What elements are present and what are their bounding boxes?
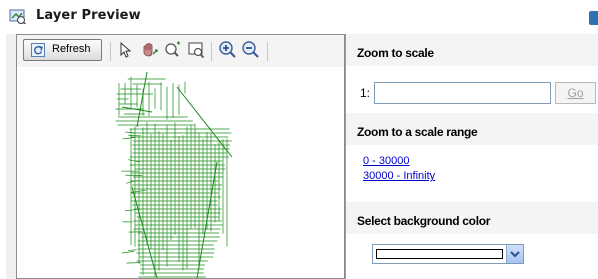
zoom-to-scale-heading: Zoom to scale: [357, 46, 434, 60]
range-link-30000-infinity[interactable]: 30000 - Infinity: [363, 170, 435, 182]
select-pointer-icon[interactable]: [115, 40, 135, 60]
street-segment: [122, 137, 136, 140]
range-link-0-30000[interactable]: 0 - 30000: [363, 155, 409, 167]
zoom-to-range-heading: Zoom to a scale range: [357, 125, 478, 139]
street-segment: [124, 131, 135, 134]
map-preview-pane: Refresh: [16, 34, 345, 279]
street-segment: [122, 251, 135, 254]
refresh-button[interactable]: Refresh: [23, 39, 102, 61]
street-segment: [136, 71, 148, 128]
chevron-down-icon: [510, 251, 520, 258]
background-color-header: Select background color: [346, 202, 598, 234]
zoom-out-icon[interactable]: [241, 40, 261, 60]
background-color-heading: Select background color: [357, 214, 491, 228]
go-button[interactable]: Go: [555, 82, 596, 104]
page-title: Layer Preview: [36, 8, 141, 23]
refresh-label: Refresh: [52, 43, 91, 55]
map-toolbar: Refresh: [17, 35, 344, 67]
zoom-rectangle-icon[interactable]: [163, 40, 183, 60]
toolbar-separator: [110, 42, 111, 61]
toolbar-separator: [267, 42, 268, 61]
street-network-map[interactable]: [17, 67, 344, 278]
background-color-select[interactable]: [372, 244, 524, 264]
map-canvas[interactable]: [17, 67, 344, 278]
zoom-to-scale-header: Zoom to scale: [346, 34, 598, 66]
title-bar: Layer Preview: [0, 0, 598, 34]
street-segment: [121, 106, 153, 113]
scale-input[interactable]: [374, 82, 551, 104]
pan-icon[interactable]: [139, 40, 159, 60]
dropdown-button[interactable]: [506, 245, 523, 263]
scale-prefix-label: 1:: [360, 86, 371, 100]
zoom-to-range-header: Zoom to a scale range: [346, 113, 598, 145]
street-segment: [176, 86, 233, 158]
street-segment: [128, 249, 137, 251]
zoom-in-icon[interactable]: [218, 40, 238, 60]
toolbar-separator: [211, 42, 212, 61]
layer-preview-icon: [9, 9, 26, 24]
options-pane: Zoom to scale 1: Go Zoom to a scale rang…: [345, 34, 598, 279]
refresh-icon: [31, 43, 45, 57]
help-icon[interactable]: [589, 11, 598, 25]
zoom-extents-icon[interactable]: [187, 40, 207, 60]
color-swatch: [376, 249, 503, 259]
